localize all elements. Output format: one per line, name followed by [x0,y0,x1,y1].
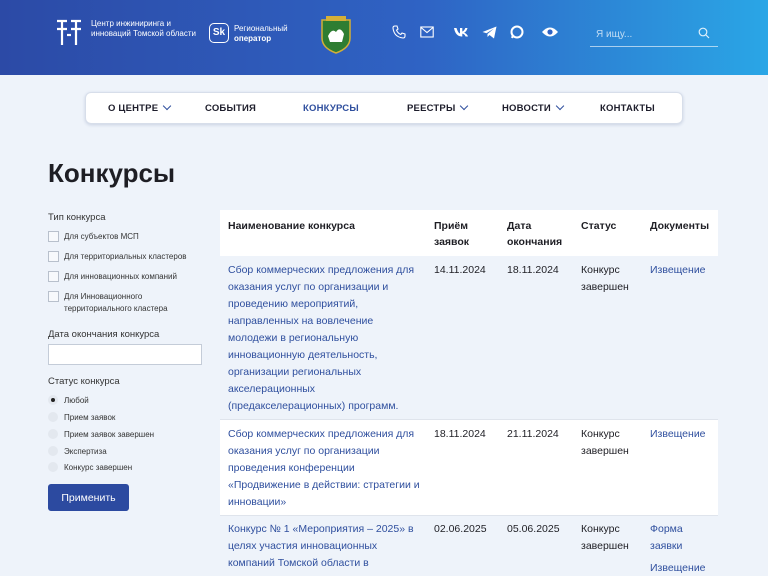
filter-status-label: Статус конкурса [48,376,120,387]
nav-item-events[interactable]: СОБЫТИЯ [205,93,256,125]
regional-operator-label[interactable]: Региональный оператор [234,24,314,44]
skolkovo-logo[interactable]: Sk [209,23,229,43]
document-link[interactable]: Извещение [650,426,718,443]
chevron-down-icon [460,101,469,111]
search-input[interactable] [596,25,696,43]
nav-item-contests[interactable]: КОНКУРСЫ [303,93,359,125]
status-radio-label[interactable]: Прием заявок [64,413,115,422]
type-checkbox-innovative[interactable] [48,271,59,282]
phone-icon[interactable] [391,24,407,40]
page-title: Конкурсы [48,158,176,188]
type-checkbox-clusters[interactable] [48,251,59,262]
contest-name-link[interactable]: Конкурс № 1 «Мероприятия – 2025» в целях… [228,521,420,572]
main-nav: О ЦЕНТРЕ СОБЫТИЯ КОНКУРСЫ РЕЕСТРЫ НОВОСТ… [85,92,683,124]
application-form-link[interactable]: Форма заявки [650,521,700,555]
status-radio-label[interactable]: Прием заявок завершен [64,430,154,439]
region-crest-icon [321,16,351,54]
contest-status: Конкурс завершен [581,523,629,552]
end-date-input[interactable] [48,344,202,365]
col-header-end: Дата окончания [507,220,563,248]
status-radio-accepting[interactable] [48,412,58,422]
filter-date-label: Дата окончания конкурса [48,329,160,340]
contests-table: Наименование конкурса Приём заявок Дата … [220,210,718,576]
status-radio-finished[interactable] [48,462,58,472]
col-header-docs: Документы [650,220,710,232]
col-header-start: Приём заявок [434,220,470,248]
search-box [590,20,718,47]
status-radio-label[interactable]: Конкурс завершен [64,463,132,472]
type-checkbox-innov-cluster[interactable] [48,291,59,302]
table-header: Наименование конкурса Приём заявок Дата … [220,210,718,256]
status-radio-accepting-closed[interactable] [48,429,58,439]
type-checkbox-msp[interactable] [48,231,59,242]
nav-label: РЕЕСТРЫ [407,103,456,114]
nav-label: НОВОСТИ [502,103,551,114]
nav-item-news[interactable]: НОВОСТИ [502,93,565,125]
chevron-down-icon [163,101,172,111]
accessibility-eye-icon[interactable] [541,24,559,40]
filter-type-label: Тип конкурса [48,212,106,223]
mail-icon[interactable] [419,24,435,40]
contest-end-date: 21.11.2024 [507,428,559,440]
nav-label: О ЦЕНТРЕ [108,103,159,114]
operator-line1: Региональный [234,24,288,33]
contest-name-link[interactable]: Сбор коммерческих предложения для оказан… [228,426,420,511]
nav-label: КОНКУРСЫ [303,103,359,114]
telegram-icon[interactable] [481,24,497,40]
col-header-status: Статус [581,220,617,232]
contest-start-date: 02.06.2025 [434,523,487,535]
status-radio-label[interactable]: Любой [64,396,89,405]
nav-item-contacts[interactable]: КОНТАКТЫ [600,93,655,125]
type-checkbox-label[interactable]: Для инновационных компаний [64,271,204,283]
contest-status: Конкурс завершен [581,428,629,457]
status-radio-label[interactable]: Экспертиза [64,447,107,456]
search-icon[interactable] [698,27,710,39]
type-checkbox-label[interactable]: Для территориальных кластеров [64,251,204,263]
site-header: Центр инжиниринга и инноваций Томской об… [0,0,768,75]
max-messenger-icon[interactable] [509,24,525,40]
nav-item-registries[interactable]: РЕЕСТРЫ [407,93,469,125]
contest-end-date: 18.11.2024 [507,264,559,276]
contest-start-date: 14.11.2024 [434,264,486,276]
logo-icon[interactable] [55,18,83,48]
status-radio-any[interactable] [48,395,58,405]
type-checkbox-label[interactable]: Для субъектов МСП [64,231,204,243]
document-link[interactable]: Извещение [650,560,718,576]
table-row: Конкурс № 1 «Мероприятия – 2025» в целях… [220,516,718,576]
status-radio-expertise[interactable] [48,446,58,456]
type-checkbox-label[interactable]: Для Инновационного территориального клас… [64,291,194,315]
table-row: Сбор коммерческих предложения для оказан… [220,256,718,419]
org-name[interactable]: Центр инжиниринга и инноваций Томской об… [91,19,201,39]
chevron-down-icon [555,101,565,111]
contest-status: Конкурс завершен [581,264,629,293]
apply-button[interactable]: Применить [48,484,129,511]
nav-label: КОНТАКТЫ [600,103,655,114]
vk-icon[interactable] [452,24,470,40]
nav-item-about[interactable]: О ЦЕНТРЕ [108,93,172,125]
contest-name-link[interactable]: Сбор коммерческих предложения для оказан… [228,262,420,415]
contest-end-date: 05.06.2025 [507,523,560,535]
document-link[interactable]: Извещение [650,262,718,279]
col-header-name: Наименование конкурса [228,220,355,232]
operator-line2: оператор [234,34,272,43]
nav-label: СОБЫТИЯ [205,103,257,114]
contest-start-date: 18.11.2024 [434,428,486,440]
table-row: Сбор коммерческих предложения для оказан… [220,420,718,515]
